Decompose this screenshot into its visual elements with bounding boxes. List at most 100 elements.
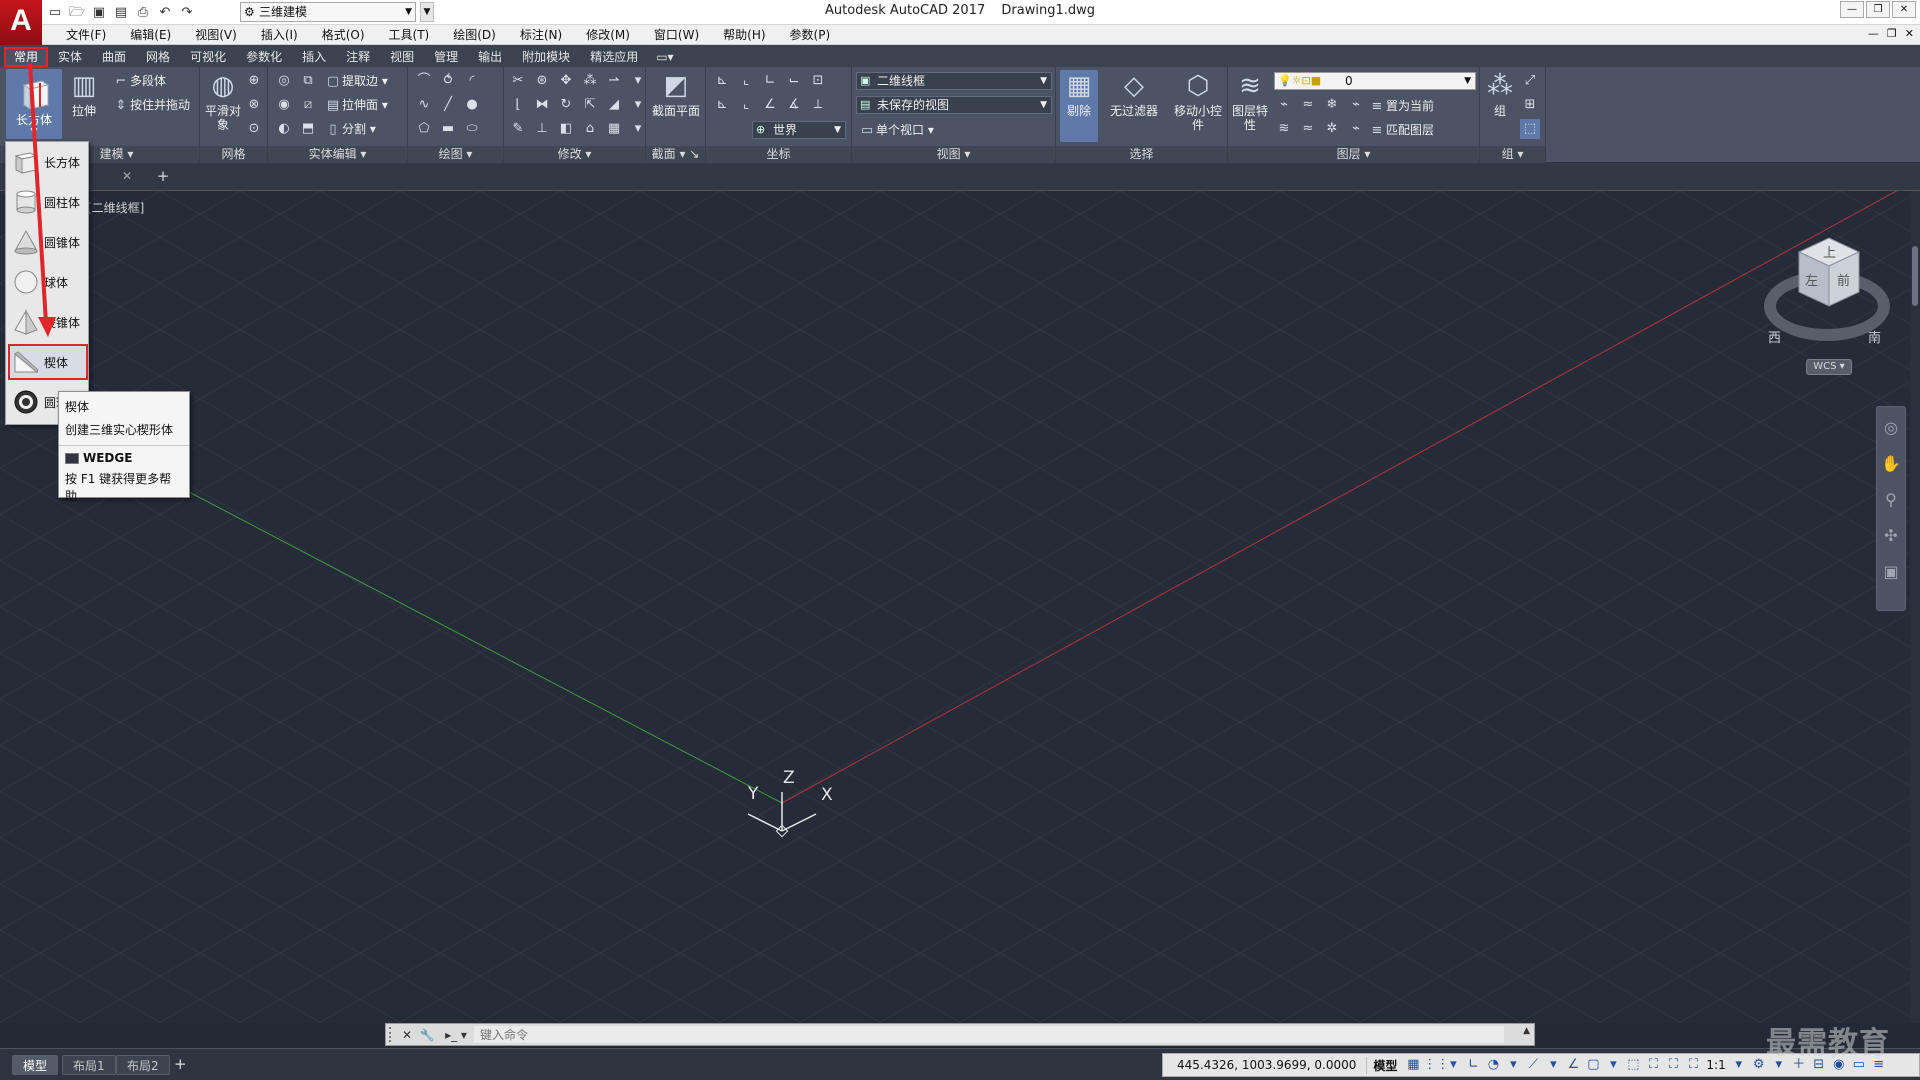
ribbon-minimize-icon[interactable]: ▭▾: [648, 47, 681, 67]
ucs-zaxis-icon[interactable]: ⟂: [808, 95, 828, 115]
visual-style-select[interactable]: ▣ 二维线框 ▼: [856, 72, 1052, 90]
new-file-tab-icon[interactable]: +: [154, 167, 172, 185]
array-icon[interactable]: ⁂: [580, 71, 600, 91]
offset-icon[interactable]: ⌂: [580, 119, 600, 139]
tab-mesh[interactable]: 网格: [136, 47, 180, 67]
object-snap-icon[interactable]: ▢: [1583, 1055, 1603, 1075]
redo-icon[interactable]: ↷: [178, 4, 196, 22]
menu-dimension[interactable]: 标注(N): [508, 25, 574, 45]
group-button[interactable]: ⁂ 组: [1482, 70, 1518, 118]
panel-title-modify[interactable]: 修改 ▾: [504, 146, 645, 163]
ucs-named-select[interactable]: ⊕ 世界 ▼: [752, 121, 846, 139]
snap-grid-icon[interactable]: ⋮⋮: [1423, 1055, 1449, 1075]
ucs-object-icon[interactable]: ∠: [760, 95, 780, 115]
menu-insert[interactable]: 插入(I): [249, 25, 310, 45]
chevron-down-icon[interactable]: ▾: [1729, 1055, 1749, 1075]
tab-visualize[interactable]: 可视化: [180, 47, 236, 67]
layout-tab-model[interactable]: 模型: [12, 1055, 59, 1075]
open-file-icon[interactable]: 🗁: [68, 4, 86, 22]
scrollbar-thumb[interactable]: [1912, 246, 1918, 306]
tab-home[interactable]: 常用: [4, 47, 49, 67]
menu-parametric[interactable]: 参数(P): [778, 25, 843, 45]
gallery-item-cylinder[interactable]: 圆柱体: [8, 184, 88, 220]
layer-unlock-icon[interactable]: ⌁: [1346, 119, 1366, 139]
section-plane-button[interactable]: ◩ 截面平面: [652, 70, 700, 118]
close-icon[interactable]: ✕: [398, 1026, 416, 1044]
layer-isolate-icon[interactable]: ≈: [1298, 95, 1318, 115]
scale-icon[interactable]: ◧: [556, 119, 576, 139]
tab-annotate[interactable]: 注释: [336, 47, 380, 67]
chevron-down-icon[interactable]: ▾: [1443, 1055, 1463, 1075]
pan-hand-icon[interactable]: ✋: [1877, 449, 1905, 479]
orbit-icon[interactable]: ✣: [1877, 521, 1905, 551]
chevron-down-icon[interactable]: ▾: [1543, 1055, 1563, 1075]
named-view-select[interactable]: ▤ 未保存的视图 ▼: [856, 96, 1052, 114]
interfere-icon[interactable]: ⧉: [298, 71, 318, 91]
culling-button[interactable]: ▦ 剔除: [1060, 70, 1098, 142]
mesh-crease-icon[interactable]: ⊗: [244, 95, 264, 115]
menu-view[interactable]: 视图(V): [183, 25, 249, 45]
move-icon[interactable]: ✥: [556, 71, 576, 91]
circle-icon[interactable]: ●: [462, 95, 482, 115]
chevron-up-icon[interactable]: ▲: [1523, 1026, 1530, 1036]
layer-on-icon[interactable]: ≋: [1274, 119, 1294, 139]
align-icon[interactable]: ⊥: [532, 119, 552, 139]
viewcube[interactable]: 上 左 前 西 南 WCS ▾: [1762, 231, 1892, 381]
extend-icon[interactable]: ⇀: [604, 71, 624, 91]
menu-help[interactable]: 帮助(H): [711, 25, 777, 45]
menu-format[interactable]: 格式(O): [310, 25, 377, 45]
ucs-z-icon[interactable]: ⊡: [808, 71, 828, 91]
wcs-menu-button[interactable]: WCS ▾: [1806, 359, 1852, 375]
extract-edges-button[interactable]: ▢ 提取边 ▾: [324, 71, 388, 91]
model-space-toggle[interactable]: 模型: [1366, 1056, 1403, 1074]
chamfer-icon[interactable]: ◢: [604, 95, 624, 115]
polyline-icon[interactable]: ⌒: [414, 71, 434, 91]
gallery-item-cone[interactable]: 圆锥体: [8, 224, 88, 260]
recent-commands-icon[interactable]: ▸_ ▾: [442, 1026, 470, 1044]
menu-tools[interactable]: 工具(T): [377, 25, 442, 45]
polar-icon[interactable]: ◔: [1483, 1055, 1503, 1075]
save-icon[interactable]: ▣: [90, 4, 108, 22]
more2-icon[interactable]: ▾: [628, 95, 648, 115]
qat-customize-button[interactable]: ▼: [420, 2, 434, 22]
panel-title-draw[interactable]: 绘图 ▾: [408, 146, 503, 163]
tab-output[interactable]: 输出: [468, 47, 512, 67]
save-as-icon[interactable]: ▤: [112, 4, 130, 22]
thicken-icon[interactable]: ⬒: [298, 119, 318, 139]
ungroup-icon[interactable]: ⤢: [1520, 71, 1540, 91]
mesh-convert-icon[interactable]: ⊙: [244, 119, 264, 139]
mirror3d-icon[interactable]: ⧓: [532, 95, 552, 115]
panel-title-view[interactable]: 视图 ▾: [852, 146, 1055, 163]
tab-view[interactable]: 视图: [380, 47, 424, 67]
layout-tab-2[interactable]: 布局2: [116, 1055, 170, 1075]
ucs-3point-icon[interactable]: ⊾: [712, 95, 732, 115]
ortho-icon[interactable]: ∟: [1463, 1055, 1483, 1075]
drawing-viewport[interactable]: [二维线框] Z Y X 上 左 前 西 南 WCS ▾ ◎ ✋ ⚲ ✣ ▣: [0, 191, 1920, 1023]
menu-draw[interactable]: 绘图(D): [441, 25, 508, 45]
panel-title-selection[interactable]: 选择: [1056, 146, 1227, 163]
smooth-object-button[interactable]: ◍ 平滑对象: [204, 70, 242, 132]
line-icon[interactable]: ╱: [438, 95, 458, 115]
menu-modify[interactable]: 修改(M): [574, 25, 642, 45]
no-filter-button[interactable]: ◇ 无过滤器: [1104, 70, 1164, 118]
ucs-x-icon[interactable]: ∟: [760, 71, 780, 91]
layer-thaw-icon[interactable]: ✲: [1322, 119, 1342, 139]
separate-button[interactable]: ▯ 分割 ▾: [324, 119, 375, 139]
gizmo-icon[interactable]: ⊛: [532, 71, 552, 91]
tab-addins[interactable]: 附加模块: [512, 47, 580, 67]
zoom-icon[interactable]: ⚲: [1877, 485, 1905, 515]
viewcube-box[interactable]: 上 左 前: [1797, 236, 1861, 308]
chevron-down-icon[interactable]: ▾: [1603, 1055, 1623, 1075]
cursor-coordinates[interactable]: 445.4326, 1003.9699, 0.0000: [1163, 1058, 1366, 1072]
chevron-down-icon[interactable]: ▾: [1503, 1055, 1523, 1075]
print-icon[interactable]: ⎙: [134, 4, 152, 22]
move-gizmo-button[interactable]: ⬡ 移动小控件: [1172, 70, 1224, 132]
close-button[interactable]: ✕: [1892, 1, 1916, 18]
panel-title-coordinates[interactable]: 坐标: [706, 146, 851, 163]
menu-file[interactable]: 文件(F): [54, 25, 118, 45]
match-layer-button[interactable]: ≡ 匹配图层: [1368, 120, 1434, 140]
pencil-icon[interactable]: ✎: [508, 119, 528, 139]
ellipse-icon[interactable]: ⬭: [462, 119, 482, 139]
layer-select[interactable]: 💡☼⊡■ 0 ▼: [1274, 72, 1476, 90]
dynamic-ucs-icon[interactable]: ⬚: [1623, 1055, 1643, 1075]
